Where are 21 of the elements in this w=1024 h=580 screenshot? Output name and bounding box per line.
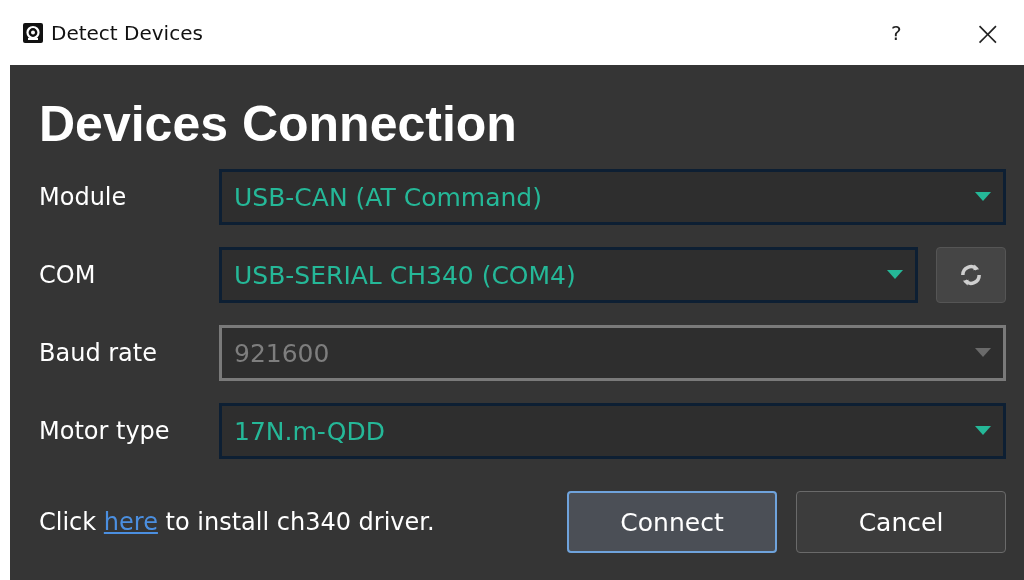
field-label: Module xyxy=(39,183,128,211)
field-label: COM xyxy=(39,261,97,289)
install-driver-link[interactable]: here xyxy=(103,508,158,536)
dropdown-field[interactable]: USB-SERIAL CH340 (COM4) xyxy=(219,247,918,303)
field-label: Motor type xyxy=(39,417,171,445)
window-title: Detect Devices xyxy=(51,20,203,45)
close-button[interactable]: × xyxy=(973,15,1002,50)
caret-icon xyxy=(975,192,991,202)
caret-icon xyxy=(975,426,991,436)
caret-icon xyxy=(975,348,991,358)
app-logo-icon xyxy=(23,22,43,43)
caret-icon xyxy=(887,270,903,280)
cancel-button[interactable]: Cancel xyxy=(796,491,1006,553)
help-button[interactable]: ? xyxy=(890,20,902,45)
dropdown-field[interactable]: USB-CAN (AT Command) xyxy=(219,169,1006,225)
driver-install-note: Click here to install ch340 driver. xyxy=(39,508,436,536)
dropdown-field[interactable]: 17N.m-QDD xyxy=(219,403,1006,459)
field-label: Baud rate xyxy=(39,339,158,367)
dialog-heading: Devices Connection xyxy=(39,99,518,149)
connect-button[interactable]: Connect xyxy=(567,491,777,553)
refresh-button[interactable] xyxy=(936,247,1006,303)
